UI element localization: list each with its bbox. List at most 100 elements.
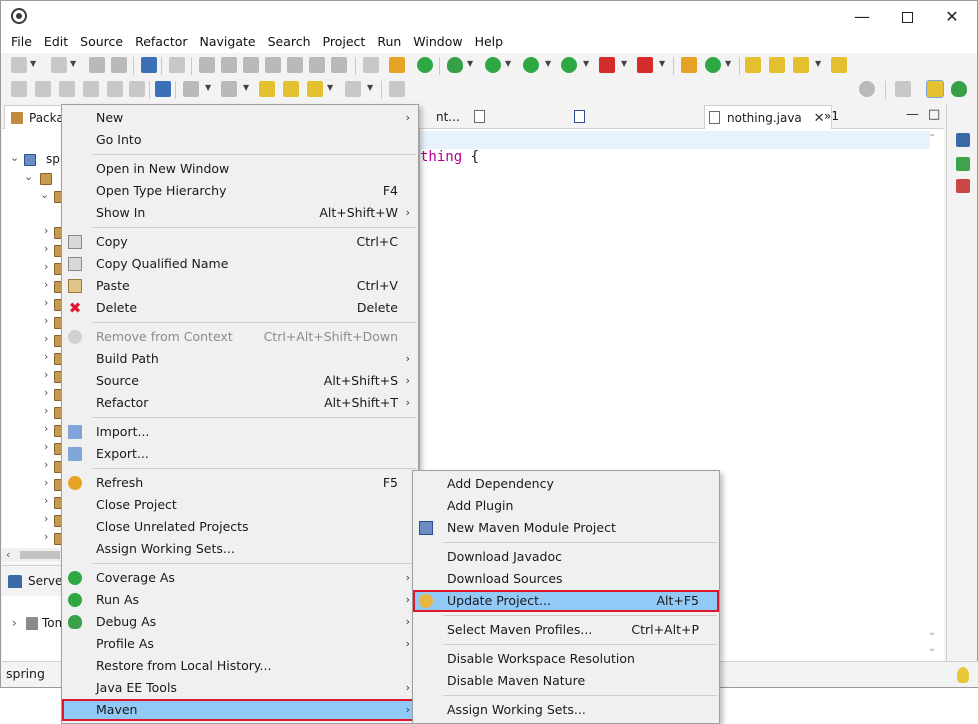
tree-row-subfolder[interactable]: ⌄ — [2, 188, 66, 206]
scrollbar-thumb[interactable] — [20, 551, 60, 559]
external-tools-icon[interactable] — [637, 57, 653, 73]
minimize-view-icon[interactable]: — — [906, 107, 919, 122]
menu-help[interactable]: Help — [469, 32, 510, 53]
search-tool-icon[interactable] — [793, 57, 809, 73]
chevron-right-icon[interactable]: › — [44, 476, 48, 489]
menu-item-profile-as[interactable]: Profile As › — [62, 633, 418, 655]
menu-item-download-javadoc[interactable]: Download Javadoc — [413, 546, 719, 568]
menu-item-open-in-new-window[interactable]: Open in New Window — [62, 158, 418, 180]
disconnect-icon[interactable] — [265, 57, 281, 73]
menu-item-paste[interactable]: Paste Ctrl+V — [62, 275, 418, 297]
save-all-icon[interactable] — [111, 57, 127, 73]
toggle-mark-icon[interactable] — [35, 81, 51, 97]
tree-row-package[interactable]: › — [2, 512, 66, 530]
menu-source[interactable]: Source — [74, 32, 129, 53]
menu-refactor[interactable]: Refactor — [129, 32, 193, 53]
menu-item-select-maven-profiles[interactable]: Select Maven Profiles... Ctrl+Alt+P — [413, 619, 719, 641]
chevron-right-icon[interactable]: › — [44, 314, 48, 327]
tree-row-package[interactable]: › — [2, 296, 66, 314]
vertical-scrollbar[interactable]: ⌃ ⌄ ⌄ — [926, 131, 940, 661]
scroll-down-icon[interactable]: ⌄ — [928, 627, 936, 638]
word-wrap-icon[interactable] — [83, 81, 99, 97]
menu-item-source[interactable]: Source Alt+Shift+S › — [62, 370, 418, 392]
menu-item-disable-workspace-resolution[interactable]: Disable Workspace Resolution — [413, 648, 719, 670]
outline-view-icon[interactable] — [956, 133, 970, 147]
tree-row-package[interactable]: › — [2, 440, 66, 458]
menu-item-refactor[interactable]: Refactor Alt+Shift+T › — [62, 392, 418, 414]
maximize-view-icon[interactable]: □ — [928, 107, 940, 122]
menu-item-delete[interactable]: ✖ Delete Delete — [62, 297, 418, 319]
tree-row-package[interactable]: › — [2, 314, 66, 332]
menu-item-update-project[interactable]: Update Project... Alt+F5 — [413, 590, 719, 612]
step-return-icon[interactable] — [331, 57, 347, 73]
menu-item-java-ee-tools[interactable]: Java EE Tools › — [62, 677, 418, 699]
menu-item-refresh[interactable]: Refresh F5 — [62, 472, 418, 494]
debug-icon[interactable] — [447, 57, 463, 73]
search-icon[interactable] — [859, 81, 875, 97]
close-button[interactable]: ✕ — [929, 1, 975, 32]
menu-window[interactable]: Window — [407, 32, 468, 53]
menu-item-show-in[interactable]: Show In Alt+Shift+W › — [62, 202, 418, 224]
tree-row-folder[interactable]: ⌄ — [2, 170, 62, 188]
editor-tab-2[interactable] — [470, 105, 498, 129]
tree-row-package[interactable]: › — [2, 368, 66, 386]
run-icon[interactable] — [485, 57, 501, 73]
chevron-right-icon[interactable]: › — [44, 386, 48, 399]
next-annotation-icon[interactable] — [183, 81, 199, 97]
scroll-down-icon[interactable]: ⌄ — [928, 643, 936, 654]
tab-overflow[interactable]: »1 — [824, 109, 839, 123]
menu-item-maven[interactable]: Maven › — [62, 699, 418, 721]
pin-editor-icon[interactable] — [389, 81, 405, 97]
menu-file[interactable]: File — [5, 32, 38, 53]
menu-item-close-project[interactable]: Close Project — [62, 494, 418, 516]
menu-item-add-plugin[interactable]: Add Plugin — [413, 495, 719, 517]
menu-item-debug-as[interactable]: Debug As › — [62, 611, 418, 633]
menu-item-close-unrelated-projects[interactable]: Close Unrelated Projects — [62, 516, 418, 538]
use-step-filters-icon[interactable] — [389, 57, 405, 73]
horizontal-scrollbar[interactable]: ‹ — [2, 548, 62, 562]
tree-row-package[interactable]: › — [2, 458, 66, 476]
chevron-right-icon[interactable]: › — [44, 332, 48, 345]
tree-row-package[interactable]: › — [2, 260, 66, 278]
profile-icon[interactable] — [561, 57, 577, 73]
menu-item-open-type-hierarchy[interactable]: Open Type Hierarchy F4 — [62, 180, 418, 202]
chevron-right-icon[interactable]: › — [44, 458, 48, 471]
step-into-icon[interactable] — [287, 57, 303, 73]
globe-icon[interactable] — [155, 81, 171, 97]
close-tab-icon[interactable]: ✕ — [814, 111, 825, 126]
menu-edit[interactable]: Edit — [38, 32, 74, 53]
refresh-server-icon[interactable] — [417, 57, 433, 73]
last-edit-icon[interactable] — [259, 81, 275, 97]
editor-tab-3[interactable] — [570, 105, 598, 129]
new-wizard-icon[interactable] — [51, 57, 67, 73]
problems-view-icon[interactable] — [956, 179, 970, 193]
stop-icon[interactable] — [599, 57, 615, 73]
save-icon[interactable] — [89, 57, 105, 73]
coverage-icon[interactable] — [523, 57, 539, 73]
menu-item-restore-from-local-history[interactable]: Restore from Local History... — [62, 655, 418, 677]
maximize-button[interactable] — [884, 1, 930, 32]
java-ee-perspective-icon[interactable] — [926, 80, 944, 98]
tree-row-package[interactable]: › — [2, 386, 66, 404]
menu-item-disable-maven-nature[interactable]: Disable Maven Nature — [413, 670, 719, 692]
tree-row-package[interactable]: › — [2, 242, 66, 260]
terminate-icon[interactable] — [243, 57, 259, 73]
lightbulb-icon[interactable] — [957, 667, 969, 683]
new-icon[interactable] — [11, 57, 27, 73]
tree-row-package[interactable]: › — [2, 350, 66, 368]
resume-icon[interactable] — [199, 57, 215, 73]
menu-item-add-dependency[interactable]: Add Dependency — [413, 473, 719, 495]
chevron-down-icon[interactable]: ⌄ — [24, 170, 33, 183]
drop-to-frame-icon[interactable] — [363, 57, 379, 73]
step-over-icon[interactable] — [309, 57, 325, 73]
skip-breakpoints-icon[interactable] — [169, 57, 185, 73]
suspend-icon[interactable] — [221, 57, 237, 73]
open-perspective-icon[interactable] — [895, 81, 911, 97]
chevron-right-icon[interactable]: › — [44, 224, 48, 237]
chevron-right-icon[interactable]: › — [44, 350, 48, 363]
block-selection-icon[interactable] — [59, 81, 75, 97]
server-row-tomcat[interactable]: › Tomcat — [12, 616, 64, 630]
tree-row-package[interactable]: › — [2, 530, 66, 548]
chevron-right-icon[interactable]: › — [44, 530, 48, 543]
chevron-down-icon[interactable]: ⌄ — [40, 188, 49, 201]
